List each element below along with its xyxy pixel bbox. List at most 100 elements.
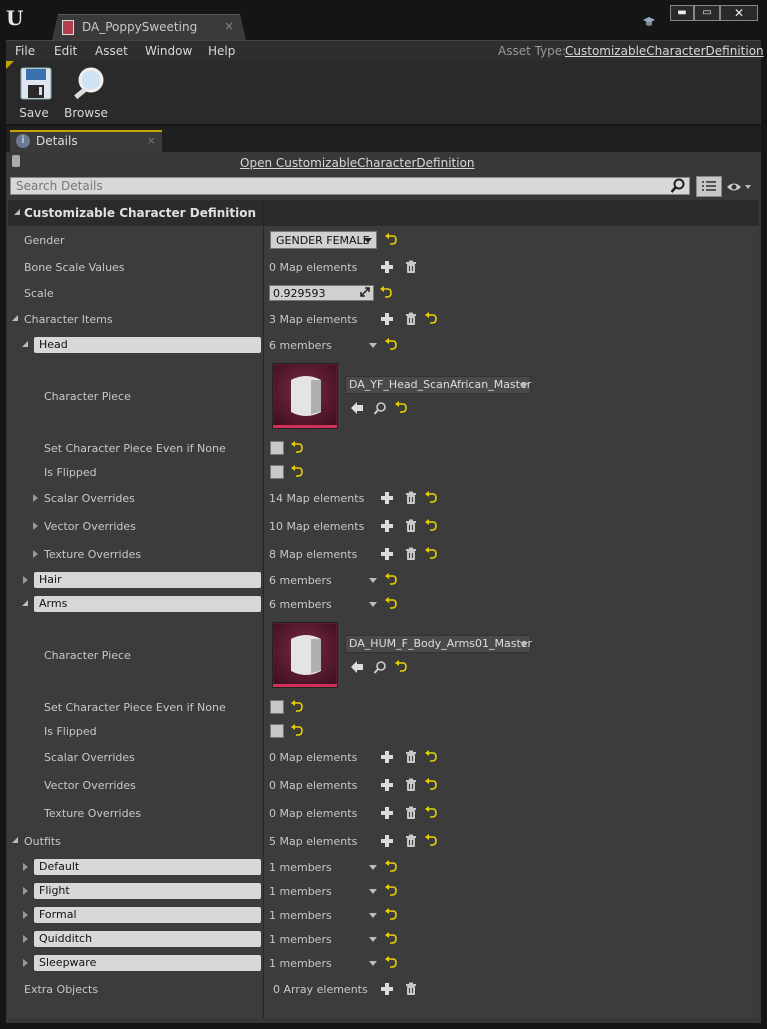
reset-arrow-icon[interactable] xyxy=(384,597,398,611)
chevron-down-icon[interactable] xyxy=(369,578,377,583)
map-key-outfit[interactable]: Quidditch xyxy=(34,931,261,947)
trash-icon[interactable] xyxy=(404,750,418,764)
search-details-input[interactable]: Search Details xyxy=(10,177,690,195)
menu-help[interactable]: Help xyxy=(208,44,235,58)
reset-arrow-icon[interactable] xyxy=(290,465,304,479)
chevron-down-icon[interactable] xyxy=(369,865,377,870)
view-options-button[interactable] xyxy=(696,176,722,197)
set-piece-none-checkbox[interactable] xyxy=(270,700,284,714)
chevron-down-icon[interactable] xyxy=(369,602,377,607)
reset-arrow-icon[interactable] xyxy=(424,519,438,533)
map-key-outfit[interactable]: Flight xyxy=(34,883,261,899)
asset-type-link[interactable]: CustomizableCharacterDefinition xyxy=(565,44,764,58)
reset-arrow-icon[interactable] xyxy=(384,884,398,898)
expand-arrow-icon[interactable] xyxy=(12,837,18,843)
add-icon[interactable] xyxy=(380,982,394,996)
reset-arrow-icon[interactable] xyxy=(424,778,438,792)
is-flipped-checkbox[interactable] xyxy=(270,465,284,479)
set-piece-none-checkbox[interactable] xyxy=(270,441,284,455)
reset-arrow-icon[interactable] xyxy=(384,233,398,247)
reset-arrow-icon[interactable] xyxy=(384,573,398,587)
maximize-button[interactable]: ▭ xyxy=(694,5,720,21)
minimize-button[interactable]: ▬ xyxy=(670,5,694,21)
map-key-outfit[interactable]: Default xyxy=(34,859,261,875)
chevron-down-icon[interactable] xyxy=(369,937,377,942)
expand-arrow-icon[interactable] xyxy=(12,315,18,321)
map-key-outfit[interactable]: Formal xyxy=(34,907,261,923)
trash-icon[interactable] xyxy=(404,312,418,326)
asset-thumbnail[interactable] xyxy=(272,363,338,429)
add-icon[interactable] xyxy=(380,547,394,561)
add-icon[interactable] xyxy=(380,778,394,792)
details-tab-close-icon[interactable]: × xyxy=(147,134,156,147)
chevron-down-icon[interactable] xyxy=(369,889,377,894)
search-icon[interactable] xyxy=(670,178,686,194)
trash-icon[interactable] xyxy=(404,778,418,792)
add-icon[interactable] xyxy=(380,312,394,326)
lock-icon[interactable] xyxy=(12,155,20,167)
trash-icon[interactable] xyxy=(404,982,418,996)
chevron-down-icon[interactable] xyxy=(369,961,377,966)
reset-arrow-icon[interactable] xyxy=(424,834,438,848)
add-icon[interactable] xyxy=(380,834,394,848)
trash-icon[interactable] xyxy=(404,547,418,561)
reset-arrow-icon[interactable] xyxy=(290,441,304,455)
collapsed-arrow-icon[interactable] xyxy=(33,550,38,558)
eye-icon[interactable] xyxy=(726,180,752,194)
add-icon[interactable] xyxy=(380,491,394,505)
graduation-cap-icon[interactable] xyxy=(642,14,656,28)
reset-arrow-icon[interactable] xyxy=(384,908,398,922)
reset-arrow-icon[interactable] xyxy=(290,724,304,738)
reset-arrow-icon[interactable] xyxy=(290,700,304,714)
chevron-down-icon[interactable] xyxy=(369,913,377,918)
reset-arrow-icon[interactable] xyxy=(379,286,393,300)
menu-asset[interactable]: Asset xyxy=(95,44,128,58)
map-key-head[interactable]: Head xyxy=(34,337,261,353)
character-piece-dropdown[interactable]: DA_HUM_F_Body_Arms01_Master xyxy=(345,635,532,653)
trash-icon[interactable] xyxy=(404,491,418,505)
details-tab[interactable]: i Details × xyxy=(10,130,162,152)
search-icon[interactable] xyxy=(373,660,387,674)
map-key-arms[interactable]: Arms xyxy=(34,596,261,612)
reset-arrow-icon[interactable] xyxy=(424,491,438,505)
menu-window[interactable]: Window xyxy=(145,44,192,58)
open-definition-link[interactable]: Open CustomizableCharacterDefinition xyxy=(240,156,475,170)
use-selected-arrow-icon[interactable] xyxy=(350,401,364,415)
scale-input[interactable]: 0.929593 xyxy=(269,285,374,301)
trash-icon[interactable] xyxy=(404,806,418,820)
character-piece-dropdown[interactable]: DA_YF_Head_ScanAfrican_Master xyxy=(345,376,531,394)
reset-arrow-icon[interactable] xyxy=(384,860,398,874)
chevron-down-icon[interactable] xyxy=(369,343,377,348)
trash-icon[interactable] xyxy=(404,519,418,533)
collapsed-arrow-icon[interactable] xyxy=(23,887,28,895)
expand-arrow-icon[interactable] xyxy=(22,341,28,347)
collapsed-arrow-icon[interactable] xyxy=(33,494,38,502)
add-icon[interactable] xyxy=(380,750,394,764)
add-icon[interactable] xyxy=(380,519,394,533)
column-divider[interactable] xyxy=(263,200,264,1018)
browse-button[interactable]: Browse xyxy=(62,67,110,123)
use-selected-arrow-icon[interactable] xyxy=(350,660,364,674)
close-window-button[interactable]: ✕ xyxy=(720,5,758,21)
is-flipped-checkbox[interactable] xyxy=(270,724,284,738)
trash-icon[interactable] xyxy=(404,260,418,274)
reset-arrow-icon[interactable] xyxy=(424,312,438,326)
trash-icon[interactable] xyxy=(404,834,418,848)
collapsed-arrow-icon[interactable] xyxy=(23,959,28,967)
gender-dropdown[interactable]: GENDER FEMALE xyxy=(270,231,377,249)
expand-arrow-icon[interactable] xyxy=(22,600,28,606)
menu-edit[interactable]: Edit xyxy=(54,44,77,58)
map-key-hair[interactable]: Hair xyxy=(34,572,261,588)
collapsed-arrow-icon[interactable] xyxy=(23,863,28,871)
collapsed-arrow-icon[interactable] xyxy=(23,576,28,584)
reset-arrow-icon[interactable] xyxy=(384,956,398,970)
search-icon[interactable] xyxy=(373,401,387,415)
collapsed-arrow-icon[interactable] xyxy=(23,911,28,919)
reset-arrow-icon[interactable] xyxy=(384,338,398,352)
save-button[interactable]: Save xyxy=(10,67,58,123)
add-icon[interactable] xyxy=(380,260,394,274)
asset-tab[interactable]: DA_PoppySweeting × xyxy=(52,14,246,40)
add-icon[interactable] xyxy=(380,806,394,820)
asset-thumbnail[interactable] xyxy=(272,622,338,688)
tab-close-icon[interactable]: × xyxy=(224,19,234,33)
